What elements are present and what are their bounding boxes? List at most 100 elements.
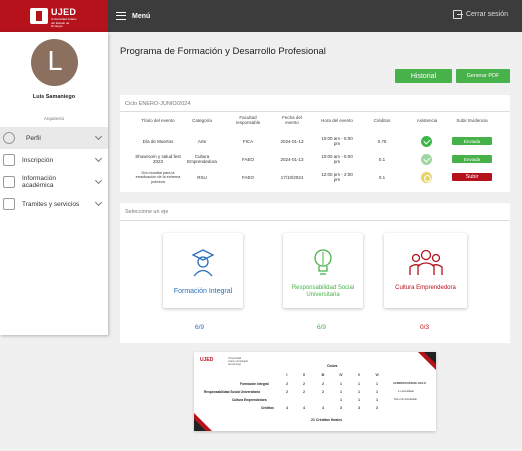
grid-cell: 2 bbox=[303, 382, 305, 386]
cell-date: 2024-01-13 bbox=[280, 139, 304, 144]
avatar[interactable]: L bbox=[31, 39, 78, 86]
cell-title: Showroom y salud fest 2023 bbox=[135, 154, 181, 164]
sidebar-item-label: Información académica bbox=[22, 175, 56, 189]
grid-cell: 3 bbox=[358, 406, 360, 410]
decoration bbox=[424, 352, 436, 364]
user-name: Luis Samaniego bbox=[32, 94, 76, 100]
generate-pdf-button[interactable]: Generar PDF bbox=[456, 69, 510, 83]
grid-row-label: Cultura Emprendedora bbox=[232, 398, 267, 402]
grid-cell: 2 bbox=[322, 390, 324, 394]
axis-cultura-emprendedora[interactable]: Cultura Emprendedora bbox=[384, 233, 467, 308]
column-header: Créditos bbox=[373, 118, 391, 123]
axis-name: Cultura Emprendedora bbox=[395, 285, 456, 291]
column-header: Categoría bbox=[192, 118, 212, 123]
cell-time: 10:00 am - 5:00 pm bbox=[321, 154, 353, 164]
grid-cell: 1 bbox=[358, 382, 360, 386]
sidebar-item-label: Perfil bbox=[26, 134, 41, 142]
grid-heading: Ciclos bbox=[327, 364, 338, 368]
logo[interactable]: UJED Universidad Juárez del Estado de Du… bbox=[0, 0, 108, 32]
grid-legend: N/A+ No Acreditado bbox=[394, 398, 417, 401]
cell-credits: 0.1 bbox=[378, 175, 386, 180]
grid-cell: 1 bbox=[376, 398, 378, 402]
sidebar-item-label: Inscripción bbox=[22, 156, 54, 164]
axis-name: Formación Integral bbox=[173, 288, 233, 295]
grid-cell: 2 bbox=[286, 382, 288, 386]
grid-cell: 1 bbox=[358, 390, 360, 394]
logo-subtitle: Universidad Juárez del Estado de Durango bbox=[51, 17, 77, 28]
logout-icon bbox=[452, 10, 463, 19]
axis-card: Seleccione un eje Formación Integral 6/9… bbox=[120, 203, 510, 343]
grid-col-header: IV bbox=[339, 373, 343, 377]
user-icon bbox=[3, 132, 15, 144]
chevron-down-icon bbox=[94, 176, 103, 185]
grid-legend: ACREDITACIÓN DE CICLO bbox=[393, 382, 426, 385]
group-icon bbox=[408, 247, 443, 277]
evidence-sent-badge[interactable]: Enviada bbox=[452, 137, 492, 145]
axis-responsabilidad-social[interactable]: Responsabilidad Social Universitaria bbox=[283, 233, 363, 308]
grid-row-label: Formación Integral bbox=[240, 382, 269, 386]
sidebar: L Luis Samaniego Arquitecto Perfil Inscr… bbox=[0, 32, 108, 335]
attendance-check-icon bbox=[421, 136, 432, 147]
cell-title: Día de Muertos bbox=[142, 139, 174, 144]
graduate-icon bbox=[189, 247, 217, 277]
cell-faculty: FAEO bbox=[241, 157, 254, 162]
grid-cell: 1 bbox=[376, 382, 378, 386]
cell-category: Cultura Emprendedora bbox=[187, 154, 217, 164]
credits-grid-image: UJED Universidad Juárez del Estado de Du… bbox=[194, 352, 436, 431]
chevron-down-icon bbox=[94, 132, 103, 141]
grid-col-header: III bbox=[321, 373, 325, 377]
upload-evidence-button[interactable]: Subir bbox=[452, 173, 492, 181]
axis-formacion-integral[interactable]: Formación Integral bbox=[163, 233, 243, 308]
cell-credits: 0.1 bbox=[378, 157, 386, 162]
logout-button[interactable]: Cerrar sesión bbox=[452, 10, 508, 19]
book-icon bbox=[3, 176, 15, 188]
column-header: Título del evento bbox=[141, 118, 175, 123]
logo-text: UJED bbox=[51, 7, 77, 17]
sidebar-item-tramites[interactable]: Tramites y servicios bbox=[0, 193, 108, 215]
top-bar: UJED Universidad Juárez del Estado de Du… bbox=[0, 0, 522, 32]
evidence-sent-badge[interactable]: Enviada bbox=[452, 155, 492, 163]
historial-button[interactable]: Historial bbox=[395, 69, 452, 83]
grid-cell: 2 bbox=[322, 382, 324, 386]
attendance-pending-icon bbox=[421, 172, 432, 183]
axis-count: 6/9 bbox=[317, 324, 327, 331]
page-title: Programa de Formación y Desarrollo Profe… bbox=[120, 46, 326, 57]
grid-cell: 1 bbox=[340, 390, 342, 394]
cell-date: 2024-01-13 bbox=[280, 157, 304, 162]
grid-col-header: I bbox=[286, 373, 288, 377]
grid-row-label: Créditos bbox=[261, 406, 274, 410]
cycle-label: Ciclo ENERO-JUNIO/2024 bbox=[125, 101, 191, 107]
axis-count: 0/3 bbox=[420, 324, 430, 331]
column-header: Fecha del evento bbox=[282, 115, 302, 125]
menu-label: Menú bbox=[132, 12, 151, 20]
sidebar-item-inscripcion[interactable]: Inscripción bbox=[0, 149, 108, 171]
sidebar-item-informacion-academica[interactable]: Información académica bbox=[0, 171, 108, 193]
column-header: Subir Evidencia bbox=[456, 118, 488, 123]
axis-count: 6/9 bbox=[195, 324, 205, 331]
cycle-card: Ciclo ENERO-JUNIO/2024 Título del evento… bbox=[120, 95, 510, 192]
grid-cell: 3 bbox=[376, 406, 378, 410]
menu-button[interactable]: Menú bbox=[116, 10, 150, 22]
grid-logo-subtitle: Universidad Juárez del Estado de Durango bbox=[228, 357, 249, 366]
grid-cell: 2 bbox=[303, 390, 305, 394]
grid-cell: 4 bbox=[286, 406, 288, 410]
grid-col-header: II bbox=[303, 373, 305, 377]
column-header: Asistencia bbox=[416, 118, 438, 123]
university-emblem-icon bbox=[30, 8, 48, 24]
grid-cell: 3 bbox=[340, 406, 342, 410]
sidebar-item-perfil[interactable]: Perfil bbox=[0, 127, 108, 149]
form-icon bbox=[3, 154, 15, 166]
cell-time: 10:00 am - 5:00 pm bbox=[321, 136, 353, 146]
sidebar-item-label: Tramites y servicios bbox=[22, 200, 80, 208]
column-header: Facultad responsable bbox=[235, 115, 261, 125]
chevron-down-icon bbox=[94, 198, 103, 207]
divider bbox=[120, 111, 510, 112]
grid-row-label: Responsabilidad Social Universitaria bbox=[204, 390, 260, 394]
cell-credits: 0.75 bbox=[377, 139, 387, 144]
grid-legend: 1+ Acreditado bbox=[398, 390, 414, 393]
grid-total: 21 Créditos finales bbox=[311, 418, 343, 422]
decoration bbox=[194, 419, 206, 431]
axis-label: Seleccione un eje bbox=[125, 209, 169, 215]
cell-date: 17/10/2024 bbox=[280, 175, 304, 180]
divider bbox=[120, 220, 510, 221]
